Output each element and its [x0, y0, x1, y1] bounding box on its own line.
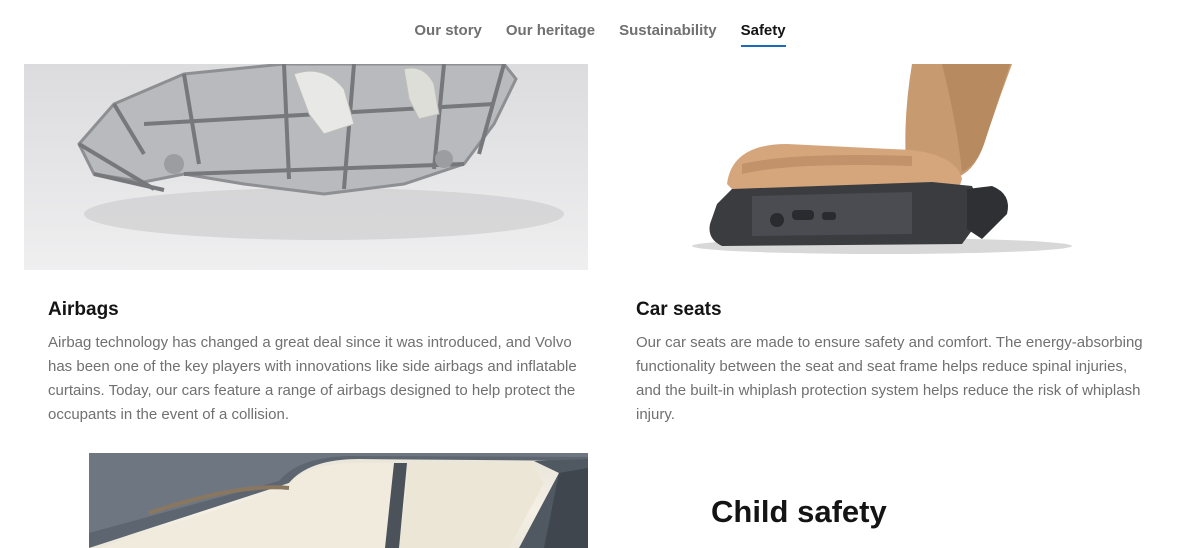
card-title-car-seats: Car seats — [636, 299, 722, 320]
car-body-frame-image — [24, 64, 588, 270]
tab-safety[interactable]: Safety — [740, 22, 786, 47]
tab-list: Our story Our heritage Sustainability Sa… — [0, 22, 1200, 47]
tab-our-story[interactable]: Our story — [414, 22, 482, 45]
tab-sustainability[interactable]: Sustainability — [619, 22, 717, 45]
section-nav: Our story Our heritage Sustainability Sa… — [0, 0, 1200, 64]
car-seat-image — [612, 64, 1176, 270]
tab-our-heritage[interactable]: Our heritage — [506, 22, 595, 45]
car-door-image — [89, 453, 588, 548]
card-title-airbags: Airbags — [48, 299, 119, 320]
card-text-car-seats: Our car seats are made to ensure safety … — [636, 334, 1143, 423]
card-text-airbags: Airbag technology has changed a great de… — [48, 334, 577, 423]
child-safety-title: Child safety — [711, 494, 887, 529]
